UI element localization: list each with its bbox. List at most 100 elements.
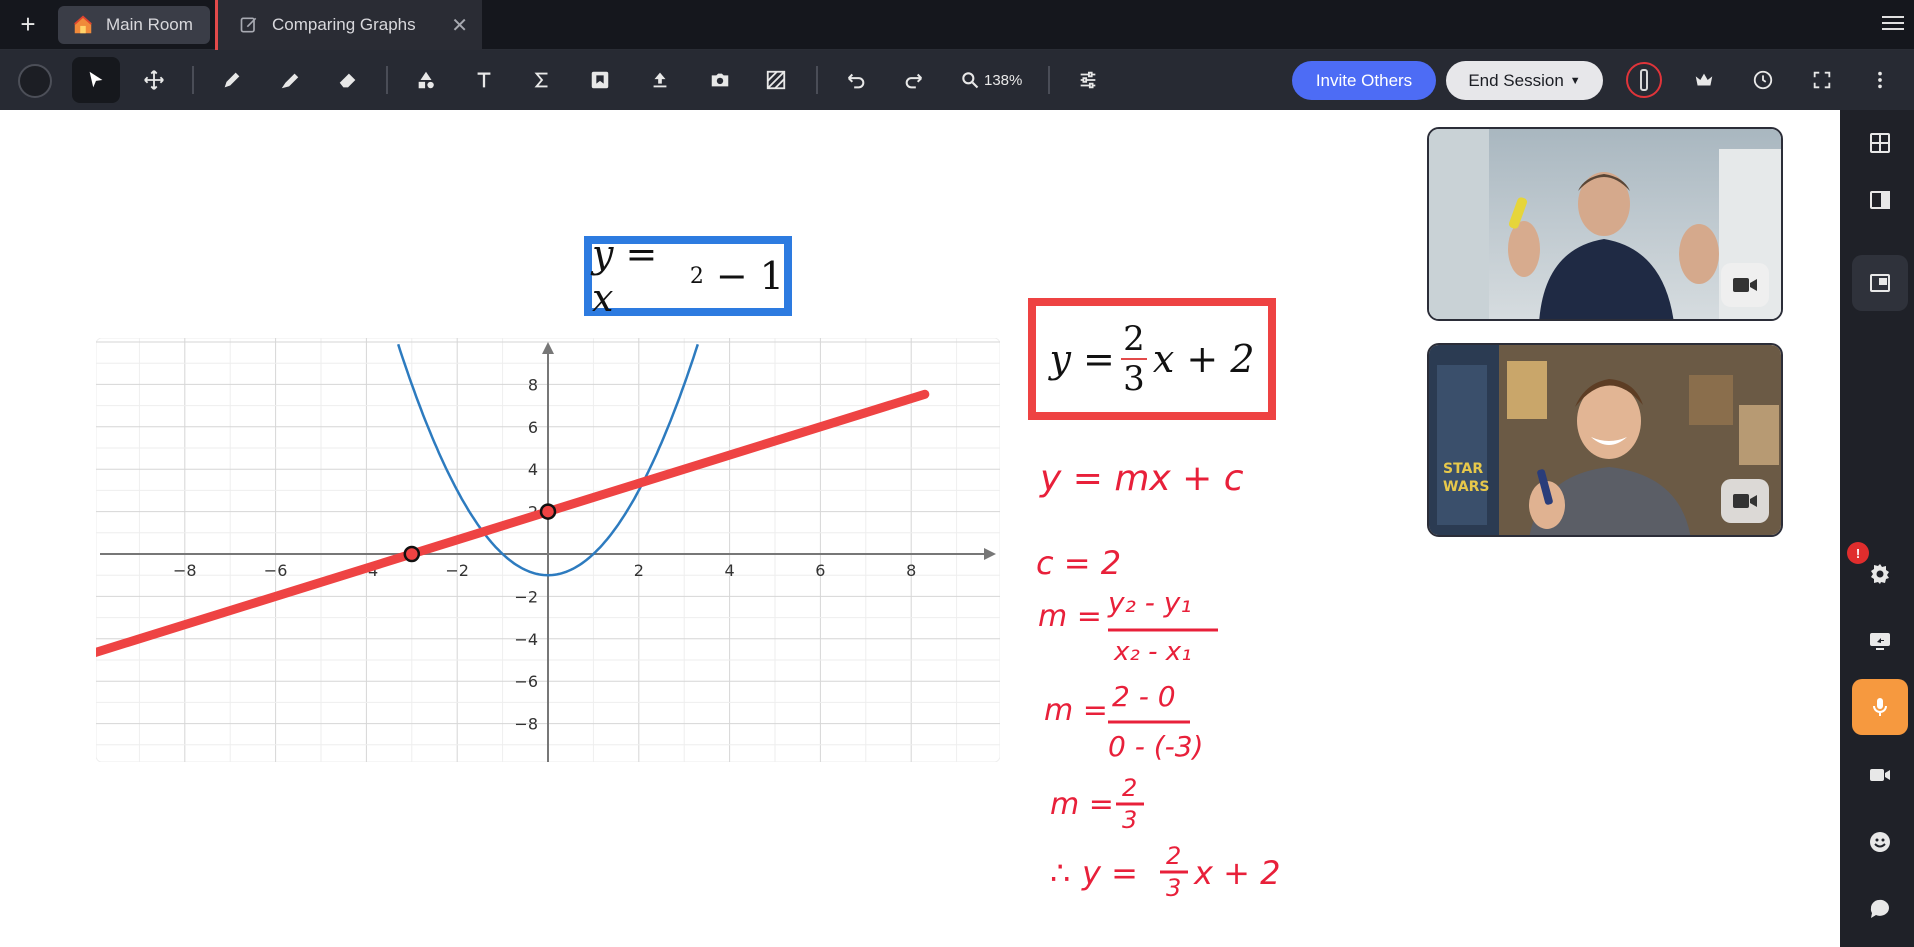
undo-button[interactable] — [832, 57, 880, 103]
history-button[interactable] — [1745, 62, 1781, 98]
upload-icon — [653, 72, 667, 88]
picture-in-picture-button[interactable] — [1852, 255, 1908, 311]
hand-line-m-substituted-denominator: 0 - (-3) — [1108, 730, 1203, 763]
move-icon — [144, 70, 164, 90]
layout-grid-button[interactable] — [1852, 115, 1908, 171]
participant-video-2[interactable]: STAR WARS — [1427, 343, 1783, 537]
clock-icon — [1753, 70, 1773, 90]
sidebar-right-button[interactable] — [1852, 172, 1908, 228]
video-camera-toggle-button[interactable] — [1721, 479, 1769, 523]
video-camera-icon — [1733, 494, 1757, 508]
sticky-note-tool-button[interactable] — [576, 57, 624, 103]
settings-icon — [1871, 564, 1889, 584]
highlighter-tool-button[interactable] — [266, 57, 314, 103]
chat-icon — [1870, 899, 1889, 918]
hatch-fill-icon — [766, 70, 786, 90]
zoom-level: 138% — [984, 71, 1023, 89]
zoom-icon — [962, 72, 979, 89]
y-tick-label: −4 — [514, 630, 538, 649]
microphone-button[interactable] — [1852, 679, 1908, 735]
hand-line-m-formula-denominator: x₂ - x₁ — [1113, 637, 1192, 667]
highlighter-icon — [281, 73, 299, 89]
chat-button[interactable] — [1852, 881, 1908, 937]
new-tab-button[interactable]: + — [12, 10, 44, 40]
select-icon — [89, 71, 103, 88]
tab-main-room[interactable]: Main Room — [58, 6, 210, 44]
move-tool-button[interactable] — [130, 57, 178, 103]
color-picker-button[interactable] — [18, 64, 52, 98]
shapes-icon — [418, 71, 434, 89]
video-camera-icon — [1733, 278, 1757, 292]
zoom-control[interactable]: 138% — [960, 68, 1022, 92]
pen-tool-button[interactable] — [208, 57, 256, 103]
background-pattern-button[interactable] — [752, 57, 800, 103]
y-tick-label: −6 — [514, 672, 538, 691]
text-tool-button[interactable] — [460, 57, 508, 103]
handwritten-working[interactable]: y = mx + c c = 2 m = y₂ - y₁ x₂ - x₁ m =… — [1030, 450, 1300, 900]
x-tick-label: −2 — [445, 561, 469, 580]
recording-icon — [1640, 69, 1648, 91]
line-formula-numerator: 2 — [1123, 319, 1145, 359]
parabola-formula-box[interactable]: y = x 2 − 1 — [584, 232, 792, 320]
settings-sliders-icon — [1080, 71, 1096, 89]
fullscreen-button[interactable] — [1804, 62, 1840, 98]
y-tick-label: 4 — [528, 460, 538, 479]
hand-line-m-result-label: m = — [1050, 787, 1114, 822]
pen-icon — [224, 72, 240, 88]
redo-icon — [905, 73, 923, 89]
invite-others-button[interactable]: Invite Others — [1292, 61, 1436, 100]
emoji-reactions-button[interactable] — [1852, 814, 1908, 870]
hand-line-final-rhs: x + 2 — [1193, 854, 1280, 892]
line-formula-box[interactable]: y = 2 3 x + 2 — [1028, 298, 1276, 420]
layout-grid-icon — [1870, 133, 1890, 153]
screen-share-button[interactable] — [1852, 613, 1908, 669]
chevron-down-icon: ▼ — [1569, 74, 1581, 87]
video-camera-button[interactable] — [1852, 747, 1908, 803]
video-camera-icon — [1870, 769, 1890, 781]
toolbar-divider — [386, 66, 388, 94]
hand-line-m-result-denominator: 3 — [1122, 806, 1137, 834]
tab-comparing-graphs[interactable]: Comparing Graphs ✕ — [215, 0, 482, 50]
select-tool-button[interactable] — [72, 57, 120, 103]
graph-chart[interactable]: −8−6−4−224688642−2−4−6−8 — [96, 338, 1000, 762]
crown-button[interactable] — [1686, 62, 1722, 98]
x-tick-label: −6 — [264, 561, 288, 580]
house-icon — [70, 14, 96, 36]
eraser-tool-button[interactable] — [324, 57, 372, 103]
participant-video-1[interactable] — [1427, 127, 1783, 321]
hand-line-general-form: y = mx + c — [1039, 458, 1244, 499]
y-tick-label: 6 — [528, 418, 538, 437]
y-tick-label: −8 — [514, 715, 538, 734]
emoji-icon — [1870, 832, 1890, 852]
sticky-note-icon — [591, 71, 609, 89]
eraser-icon — [339, 73, 356, 88]
y-tick-label: −2 — [514, 587, 538, 606]
camera-tool-button[interactable] — [696, 57, 744, 103]
app-window: + Main Room Comparing Graphs ✕ 138% Invi… — [0, 0, 1914, 947]
crown-icon — [1695, 73, 1713, 86]
close-tab-icon[interactable]: ✕ — [451, 13, 468, 38]
x-tick-label: 2 — [634, 561, 644, 580]
end-session-button[interactable]: End Session ▼ — [1446, 61, 1603, 100]
undo-icon — [847, 73, 865, 89]
hand-line-m-formula-label: m = — [1038, 599, 1102, 634]
edit-document-icon — [236, 15, 262, 35]
toolbar-divider — [192, 66, 194, 94]
intercept-point — [539, 503, 557, 520]
shapes-tool-button[interactable] — [402, 57, 450, 103]
video-camera-toggle-button[interactable] — [1721, 263, 1769, 307]
hand-line-final-numerator: 2 — [1166, 842, 1181, 870]
sidebar-right-icon — [1870, 191, 1890, 209]
more-options-button[interactable] — [1862, 62, 1898, 98]
hand-line-final-lhs: y = — [1081, 854, 1138, 892]
equation-tool-button[interactable] — [518, 57, 566, 103]
microphone-icon — [1873, 698, 1887, 716]
parabola-formula-lhs: y = x — [592, 232, 658, 320]
svg-text:STAR: STAR — [1443, 461, 1483, 477]
hamburger-menu-icon[interactable] — [1880, 12, 1906, 38]
line-formula-denominator: 3 — [1123, 359, 1145, 399]
upload-tool-button[interactable] — [636, 57, 684, 103]
recording-button[interactable] — [1626, 62, 1662, 98]
redo-button[interactable] — [890, 57, 938, 103]
settings-sliders-button[interactable] — [1064, 57, 1112, 103]
